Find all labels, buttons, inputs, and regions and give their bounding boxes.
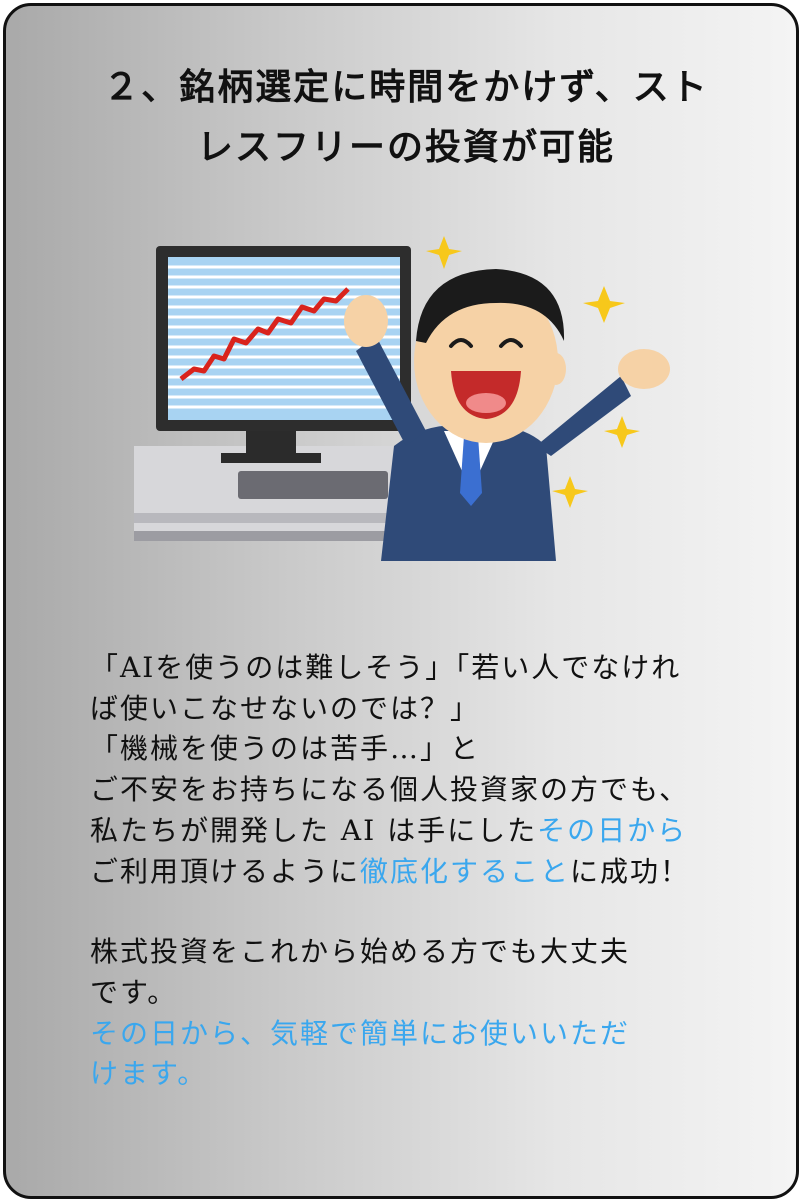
paragraph1-line5: 私たちが開発した AI は手にしたその日から <box>90 811 740 852</box>
title-line-1: ２、銘柄選定に時間をかけず、スト <box>103 67 709 108</box>
section-title: ２、銘柄選定に時間をかけず、スト レスフリーの投資が可能 <box>66 58 746 178</box>
left-hand <box>344 295 388 347</box>
highlight-text: 徹底化すること <box>360 854 571 888</box>
sparkle-icon <box>552 476 588 508</box>
tie <box>460 436 482 506</box>
right-hand <box>618 349 670 389</box>
paragraph1-line3: 「機械を使うのは苦手…」と <box>90 732 481 766</box>
paragraph1-line6-end: に成功！ <box>570 854 691 888</box>
paragraph1-line4: ご不安をお持ちになる個人投資家の方でも、 <box>90 773 690 807</box>
paragraph2-line2: です。 <box>90 975 178 1009</box>
paragraph1-line1: 「AIを使うのは難しそう」「若い人でなけれ <box>90 651 682 684</box>
paragraph1-line6: ご利用頂けるように徹底化することに成功！ <box>90 852 740 893</box>
paragraph2-line3: その日から、気軽で簡単にお使いいただ <box>90 1016 631 1050</box>
info-card: ２、銘柄選定に時間をかけず、スト レスフリーの投資が可能 「AIを使うのは難しそ… <box>3 3 799 1199</box>
title-line-2: レスフリーの投資が可能 <box>196 127 615 168</box>
description-text: 「AIを使うのは難しそう」「若い人でなけれ ば使いこなせないのでは？」 「機械を… <box>90 648 740 1095</box>
paragraph2-line1: 株式投資をこれから始める方でも大丈夫 <box>90 935 631 969</box>
paragraph1-line2: ば使いこなせないのでは？」 <box>90 691 481 725</box>
happy-investor-with-rising-chart-icon <box>134 236 670 561</box>
paragraph1-line6-text: ご利用頂けるように <box>90 854 361 888</box>
highlight-text: その日から <box>537 813 688 847</box>
paragraph2-line4: けます。 <box>90 1057 208 1091</box>
paragraph1-line5-text: 私たちが開発した AI は手にした <box>90 813 538 847</box>
sparkle-icon <box>426 236 462 269</box>
sparkle-icon <box>583 286 625 323</box>
sparkle-icon <box>604 416 640 448</box>
keyboard <box>238 471 388 499</box>
